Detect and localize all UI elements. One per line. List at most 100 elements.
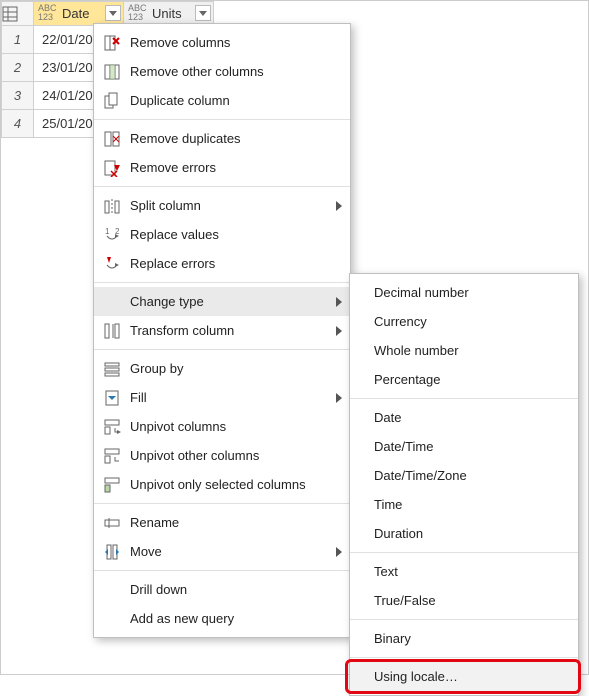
- menu-label: Group by: [130, 361, 332, 376]
- menu-label: Remove columns: [130, 35, 332, 50]
- menu-replace-errors[interactable]: Replace errors: [94, 249, 350, 278]
- menu-separator: [94, 503, 350, 504]
- submenu-date[interactable]: Date: [350, 403, 578, 432]
- row-number: 3: [2, 82, 34, 110]
- fill-icon: [94, 389, 130, 407]
- context-menu: Remove columns Remove other columns Dupl…: [93, 23, 351, 638]
- unpivot-other-icon: [94, 447, 130, 465]
- menu-label: Duration: [374, 526, 560, 541]
- row-number: 1: [2, 26, 34, 54]
- menu-label: Decimal number: [374, 285, 560, 300]
- change-type-submenu: Decimal number Currency Whole number Per…: [349, 273, 579, 696]
- menu-label: True/False: [374, 593, 560, 608]
- duplicate-column-icon: [94, 92, 130, 110]
- table-corner[interactable]: [2, 2, 34, 26]
- filter-dropdown-icon[interactable]: [195, 5, 211, 21]
- menu-label: Replace errors: [130, 256, 332, 271]
- menu-fill[interactable]: Fill: [94, 383, 350, 412]
- menu-label: Date: [374, 410, 560, 425]
- move-icon: [94, 543, 130, 561]
- menu-unpivot-columns[interactable]: Unpivot columns: [94, 412, 350, 441]
- menu-label: Add as new query: [130, 611, 332, 626]
- row-number: 2: [2, 54, 34, 82]
- submenu-text[interactable]: Text: [350, 557, 578, 586]
- menu-drill-down[interactable]: Drill down: [94, 575, 350, 604]
- menu-move[interactable]: Move: [94, 537, 350, 566]
- menu-separator: [350, 657, 578, 658]
- menu-remove-columns[interactable]: Remove columns: [94, 28, 350, 57]
- remove-other-columns-icon: [94, 63, 130, 81]
- submenu-using-locale[interactable]: Using locale…: [350, 662, 578, 691]
- menu-label: Rename: [130, 515, 332, 530]
- replace-values-icon: 12: [94, 226, 130, 244]
- filter-dropdown-icon[interactable]: [105, 5, 121, 21]
- menu-split-column[interactable]: Split column: [94, 191, 350, 220]
- remove-columns-icon: [94, 34, 130, 52]
- menu-remove-other-columns[interactable]: Remove other columns: [94, 57, 350, 86]
- menu-separator: [94, 119, 350, 120]
- column-label: Units: [152, 6, 182, 21]
- menu-label: Fill: [130, 390, 332, 405]
- menu-label: Unpivot columns: [130, 419, 332, 434]
- submenu-binary[interactable]: Binary: [350, 624, 578, 653]
- column-header-units[interactable]: Units: [124, 2, 214, 26]
- submenu-time[interactable]: Time: [350, 490, 578, 519]
- menu-label: Using locale…: [374, 669, 560, 684]
- menu-label: Time: [374, 497, 560, 512]
- menu-separator: [94, 282, 350, 283]
- remove-duplicates-icon: [94, 130, 130, 148]
- submenu-true-false[interactable]: True/False: [350, 586, 578, 615]
- submenu-decimal-number[interactable]: Decimal number: [350, 278, 578, 307]
- submenu-duration[interactable]: Duration: [350, 519, 578, 548]
- menu-separator: [94, 186, 350, 187]
- menu-change-type[interactable]: Change type: [94, 287, 350, 316]
- menu-group-by[interactable]: Group by: [94, 354, 350, 383]
- menu-label: Change type: [130, 294, 332, 309]
- menu-rename[interactable]: Rename: [94, 508, 350, 537]
- column-header-date[interactable]: Date: [34, 2, 124, 26]
- menu-separator: [350, 552, 578, 553]
- menu-label: Binary: [374, 631, 560, 646]
- column-label: Date: [62, 6, 89, 21]
- menu-label: Text: [374, 564, 560, 579]
- menu-transform-column[interactable]: Transform column: [94, 316, 350, 345]
- menu-separator: [350, 398, 578, 399]
- submenu-date-time[interactable]: Date/Time: [350, 432, 578, 461]
- unpivot-selected-icon: [94, 476, 130, 494]
- menu-label: Move: [130, 544, 332, 559]
- submenu-currency[interactable]: Currency: [350, 307, 578, 336]
- table-icon: [2, 6, 18, 22]
- split-column-icon: [94, 197, 130, 215]
- menu-label: Date/Time: [374, 439, 560, 454]
- menu-label: Remove other columns: [130, 64, 332, 79]
- menu-replace-values[interactable]: 12 Replace values: [94, 220, 350, 249]
- menu-label: Remove errors: [130, 160, 332, 175]
- menu-separator: [350, 619, 578, 620]
- submenu-percentage[interactable]: Percentage: [350, 365, 578, 394]
- menu-remove-errors[interactable]: Remove errors: [94, 153, 350, 182]
- menu-label: Currency: [374, 314, 560, 329]
- menu-label: Whole number: [374, 343, 560, 358]
- remove-errors-icon: [94, 159, 130, 177]
- menu-label: Split column: [130, 198, 332, 213]
- menu-label: Unpivot only selected columns: [130, 477, 332, 492]
- replace-errors-icon: [94, 255, 130, 273]
- group-by-icon: [94, 360, 130, 378]
- svg-text:2: 2: [115, 227, 120, 236]
- submenu-whole-number[interactable]: Whole number: [350, 336, 578, 365]
- menu-add-as-new-query[interactable]: Add as new query: [94, 604, 350, 633]
- any-type-icon: [128, 4, 148, 22]
- unpivot-icon: [94, 418, 130, 436]
- menu-unpivot-only-selected[interactable]: Unpivot only selected columns: [94, 470, 350, 499]
- menu-duplicate-column[interactable]: Duplicate column: [94, 86, 350, 115]
- menu-label: Date/Time/Zone: [374, 468, 560, 483]
- menu-separator: [94, 349, 350, 350]
- menu-separator: [94, 570, 350, 571]
- menu-label: Unpivot other columns: [130, 448, 332, 463]
- menu-remove-duplicates[interactable]: Remove duplicates: [94, 124, 350, 153]
- menu-label: Transform column: [130, 323, 332, 338]
- menu-label: Replace values: [130, 227, 332, 242]
- row-number: 4: [2, 110, 34, 138]
- submenu-date-time-zone[interactable]: Date/Time/Zone: [350, 461, 578, 490]
- menu-unpivot-other-columns[interactable]: Unpivot other columns: [94, 441, 350, 470]
